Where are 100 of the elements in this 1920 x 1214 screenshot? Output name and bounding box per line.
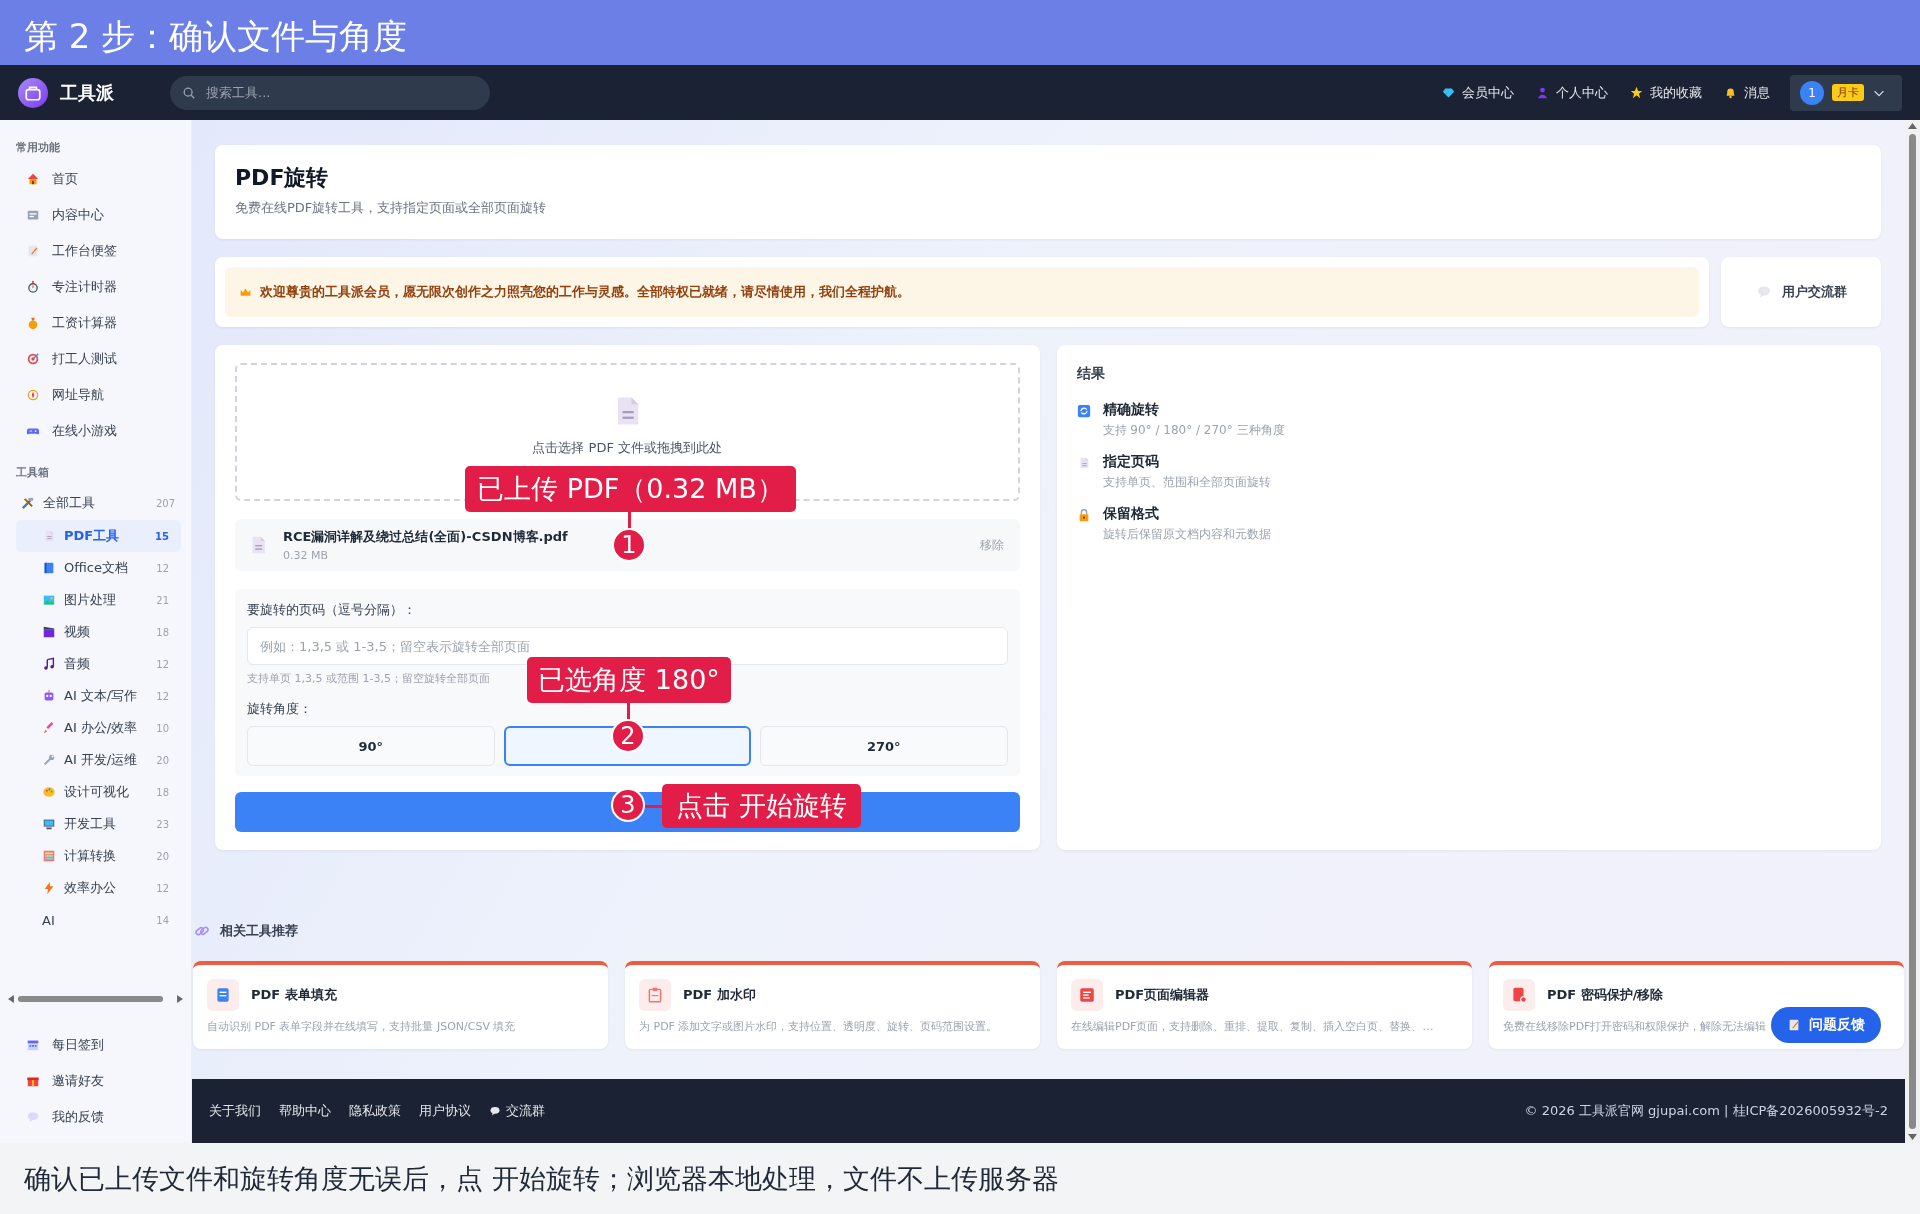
sidebar-item[interactable]: 在线小游戏 [8, 413, 183, 449]
sidebar-item[interactable]: 视频 18 [16, 616, 181, 648]
image-icon [42, 593, 56, 607]
compass-icon [26, 388, 40, 402]
form-icon [214, 986, 232, 1004]
lightning-icon [42, 881, 56, 895]
clipboard-icon [646, 986, 664, 1004]
money-bag-icon [26, 316, 40, 330]
nav-link[interactable]: 会员中心 [1442, 83, 1514, 102]
sidebar-item[interactable]: 效率办公 12 [16, 872, 181, 904]
sidebar-item[interactable]: 专注计时器 [8, 269, 183, 305]
speech-bubble-icon [489, 1105, 501, 1117]
feature-title: 保留格式 [1102, 505, 1160, 523]
tool-description: 在线编辑PDF页面，支持删除、重排、提取、复制、插入空白页、替换、… [1071, 1019, 1434, 1034]
section-title: 工具箱 [15, 465, 50, 481]
tool-card[interactable]: PDF 表单填充 自动识别 PDF 表单字段并在线填写，支持批量 JSON/CSV 填充 [193, 961, 608, 1049]
tool-title: PDF 加水印 [683, 986, 756, 1004]
callout-tooltip: 点击 开始旋转 [662, 784, 861, 828]
person-icon [1536, 86, 1549, 99]
sidebar-item[interactable]: 开发工具 23 [16, 808, 181, 840]
feedback-button[interactable]: 问题反馈 [1771, 1007, 1881, 1043]
feature-title: 指定页码 [1102, 453, 1160, 471]
monitor-icon [42, 817, 56, 831]
user-menu[interactable]: 1 月卡 [1790, 74, 1902, 111]
feature-title: 精确旋转 [1102, 401, 1160, 419]
section-title: 相关工具推荐 [220, 922, 298, 940]
sidebar-item[interactable]: AI 办公/效率 10 [16, 712, 181, 744]
document-icon [1510, 986, 1528, 1004]
angle-option[interactable]: 270° [760, 726, 1008, 766]
sidebar-item[interactable]: 首页 [8, 161, 183, 197]
footer-link[interactable]: 帮助中心 [279, 1102, 331, 1120]
tool-title: PDF 密码保护/移除 [1547, 986, 1664, 1004]
feature-description: 旋转后保留原文档内容和元数据 [1102, 526, 1271, 543]
sidebar-item[interactable]: PDF工具 15 [16, 520, 181, 552]
page-title: PDF旋转 [235, 164, 330, 192]
sidebar-item[interactable]: AI 14 [16, 904, 181, 936]
nav-link[interactable]: 消息 [1724, 83, 1770, 102]
sidebar-item[interactable]: 图片处理 21 [16, 584, 181, 616]
speech-bubble-icon [1755, 284, 1772, 300]
tool-description: 自动识别 PDF 表单字段并在线填写，支持批量 JSON/CSV 填充 [207, 1019, 516, 1034]
search-field[interactable]: 搜索工具... [170, 75, 490, 110]
nav-link[interactable]: 我的收藏 [1630, 83, 1702, 102]
diamond-icon [1442, 86, 1455, 99]
sidebar-item[interactable]: 工作台便签 [8, 233, 183, 269]
caption: 确认已上传文件和旋转角度无误后，点 开始旋转；浏览器本地处理，文件不上传服务器 [24, 1161, 1059, 1196]
feature-description: 支持单页、范围和全部页面旋转 [1102, 474, 1271, 491]
field-hint: 支持单页 1,3,5 或范围 1-3,5；留空旋转全部页面 [247, 671, 490, 686]
avatar: 1 [1800, 80, 1824, 105]
sidebar-item[interactable]: 工资计算器 [8, 305, 183, 341]
footer-link[interactable]: 用户协议 [419, 1102, 471, 1120]
step-title: 第 2 步：确认文件与角度 [24, 14, 408, 58]
angle-option[interactable]: 90° [247, 726, 495, 766]
calendar-icon [26, 1038, 40, 1052]
tool-card[interactable]: PDF 加水印 为 PDF 添加文字或图片水印，支持位置、透明度、旋转、页码范围设置。 [625, 961, 1040, 1049]
sidebar-item[interactable]: 网址导航 [8, 377, 183, 413]
feature-description: 支持 90° / 180° / 270° 三种角度 [1102, 422, 1285, 439]
note-icon [26, 244, 40, 258]
tool-description: 为 PDF 添加文字或图片水印，支持位置、透明度、旋转、页码范围设置。 [639, 1019, 998, 1034]
page-input-field[interactable]: 例如：1,3,5 或 1-3,5；留空表示旋转全部页面 [247, 627, 1008, 665]
group-chat-button[interactable]: 用户交流群 [1721, 257, 1881, 327]
crown-icon [239, 285, 252, 299]
book-icon [42, 561, 56, 575]
angle-option[interactable] [503, 726, 751, 766]
music-note-icon [42, 657, 56, 671]
sidebar-item[interactable]: 我的反馈 [8, 1099, 183, 1135]
sidebar-item[interactable]: 内容中心 [8, 197, 183, 233]
nav-link[interactable]: 个人中心 [1536, 83, 1608, 102]
sidebar-item[interactable]: 设计可视化 18 [16, 776, 181, 808]
callout-tooltip: 已上传 PDF（0.32 MB） [465, 466, 796, 512]
footer-link[interactable]: 关于我们 [209, 1102, 261, 1120]
copyright-text: © 2026 工具派官网 gjupai.com | 桂ICP备2026005932号-2 [1524, 1102, 1888, 1120]
tool-title: PDF 表单填充 [251, 986, 337, 1004]
rocket-icon [42, 721, 56, 735]
sidebar-item[interactable]: 邀请好友 [8, 1063, 183, 1099]
stopwatch-icon [26, 280, 40, 294]
house-icon [26, 172, 40, 186]
sidebar-item[interactable]: AI 文本/写作 12 [16, 680, 181, 712]
sidebar-item[interactable]: AI 开发/运维 20 [16, 744, 181, 776]
section-title: 常用功能 [15, 140, 61, 156]
horizontal-scrollbar[interactable] [8, 992, 183, 1006]
star-icon [1630, 86, 1643, 99]
palette-icon [42, 785, 56, 799]
sidebar-item[interactable]: 打工人测试 [8, 341, 183, 377]
notice-text: 欢迎尊贵的工具派会员，愿无限次创作之力照亮您的工作与灵感。全部特权已就绪，请尽情使用，我们全程护航。 [260, 283, 910, 301]
tool-title: PDF页面编辑器 [1115, 986, 1210, 1004]
footer-link[interactable]: 隐私政策 [349, 1102, 401, 1120]
footer-link[interactable]: 交流群 [489, 1102, 545, 1120]
sidebar-item[interactable]: 全部工具 207 [8, 486, 183, 520]
file-name: RCE漏洞详解及绕过总结(全面)-CSDN博客.pdf [283, 528, 568, 546]
target-icon [26, 352, 40, 366]
sidebar-item[interactable]: 每日签到 [8, 1027, 183, 1063]
sidebar-item[interactable]: 计算转换 20 [16, 840, 181, 872]
vertical-scrollbar[interactable] [1905, 120, 1920, 1143]
note-icon [1787, 1018, 1801, 1032]
search-icon [182, 85, 196, 100]
sidebar-item[interactable]: Office文档 12 [16, 552, 181, 584]
sidebar-item[interactable]: 音频 12 [16, 648, 181, 680]
field-label: 要旋转的页码（逗号分隔）： [247, 601, 416, 619]
tool-card[interactable]: PDF页面编辑器 在线编辑PDF页面，支持删除、重排、提取、复制、插入空白页、替换、… [1057, 961, 1472, 1049]
abacus-icon [42, 849, 56, 863]
